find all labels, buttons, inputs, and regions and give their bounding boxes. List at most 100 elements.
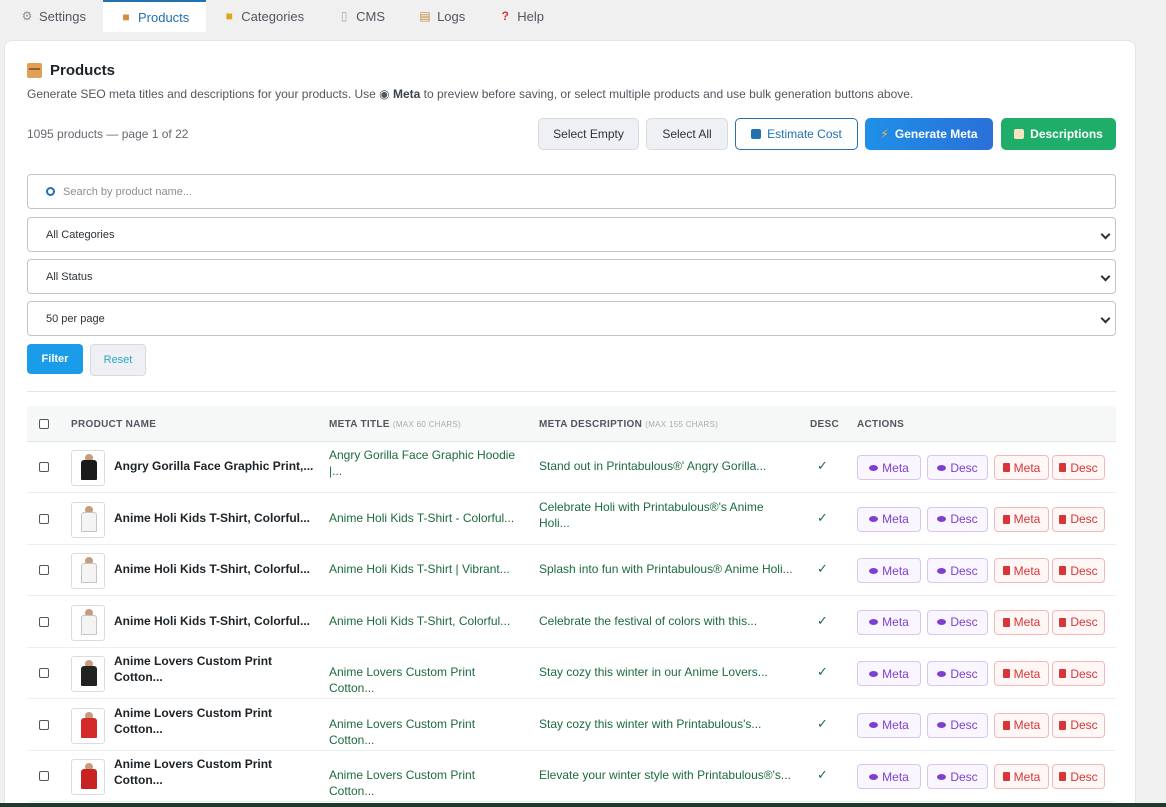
chevron-down-icon: [1100, 271, 1111, 282]
product-shirt: [81, 769, 97, 789]
action-label: Desc: [950, 769, 978, 784]
header-desc: DESC: [810, 419, 839, 430]
action-label: Desc: [950, 615, 978, 629]
delete-desc-button[interactable]: Desc: [1052, 712, 1105, 738]
preview-meta-button[interactable]: Meta: [857, 661, 921, 686]
tab-logs[interactable]: ▤ Logs: [402, 0, 482, 32]
action-label: Desc: [950, 460, 978, 475]
table-row: Anime Holi Kids T-Shirt, Colorful... Ani…: [27, 494, 1116, 545]
product-shirt: [81, 460, 97, 480]
search-input[interactable]: Search by product name...: [27, 174, 1116, 209]
tab-categories[interactable]: ■ Categories: [206, 0, 321, 32]
meta-description: Splash into fun with Printabulous® Anime…: [539, 561, 794, 577]
select-all-button[interactable]: Select All: [646, 118, 728, 150]
product-name-line: Anime Lovers Custom Print: [114, 654, 273, 668]
delete-desc-button[interactable]: Desc: [1052, 661, 1105, 686]
trash-icon: [1002, 617, 1010, 627]
row-checkbox[interactable]: [39, 513, 49, 524]
row-checkbox[interactable]: [39, 462, 49, 472]
preview-desc-button[interactable]: Desc: [927, 455, 988, 480]
preview-meta-button[interactable]: Meta: [857, 609, 921, 635]
meta-title: Anime Lovers Custom Print Cotton...: [329, 767, 519, 799]
meta-desc-line: Splash into fun with Printabulous® Anime…: [539, 562, 793, 576]
status-select[interactable]: All Status: [27, 259, 1116, 294]
delete-meta-button[interactable]: Meta: [994, 609, 1049, 635]
product-name: Anime Lovers Custom Print Cotton...: [114, 653, 314, 685]
product-thumbnail: [71, 656, 105, 692]
meta-description: Stay cozy this winter in our Anime Lover…: [539, 664, 794, 680]
action-label: Desc: [1070, 460, 1098, 475]
delete-desc-button[interactable]: Desc: [1052, 506, 1105, 532]
filter-button[interactable]: Filter: [27, 344, 83, 374]
preview-desc-button[interactable]: Desc: [927, 558, 988, 583]
meta-description: Stand out in Printabulous®' Angry Gorill…: [539, 458, 794, 474]
memo-icon: [1014, 129, 1025, 139]
product-name: Angry Gorilla Face Graphic Print,...: [114, 458, 314, 474]
estimate-cost-button[interactable]: Estimate Cost: [735, 118, 858, 150]
row-checkbox[interactable]: [39, 616, 49, 627]
per-page-select[interactable]: 50 per page: [27, 301, 1116, 336]
meta-title: Anime Holi Kids T-Shirt - Colorful...: [329, 510, 519, 526]
preview-desc-button[interactable]: Desc: [927, 661, 988, 686]
action-label: Meta: [882, 460, 909, 475]
product-name-line: Cotton...: [114, 721, 163, 736]
page-title-text: Products: [50, 62, 116, 79]
preview-meta-button[interactable]: Meta: [857, 455, 921, 480]
preview-meta-button[interactable]: Meta: [857, 712, 921, 738]
delete-desc-button[interactable]: Desc: [1052, 455, 1105, 480]
select-all-checkbox[interactable]: [39, 419, 49, 429]
tab-settings[interactable]: ⚙ Settings: [4, 0, 103, 32]
preview-meta-button[interactable]: Meta: [857, 558, 921, 583]
tab-label: Help: [517, 8, 545, 24]
product-name: Anime Lovers Custom Print Cotton...: [114, 705, 314, 737]
tab-help[interactable]: ? Help: [482, 0, 561, 32]
delete-desc-button[interactable]: Desc: [1052, 558, 1105, 583]
tab-cms[interactable]: ▯ CMS: [321, 0, 402, 32]
delete-desc-button[interactable]: Desc: [1052, 609, 1105, 635]
row-checkbox[interactable]: [39, 668, 49, 678]
select-empty-button[interactable]: Select Empty: [538, 118, 639, 150]
action-label: Meta: [882, 563, 909, 578]
preview-desc-button[interactable]: Desc: [927, 712, 988, 738]
delete-desc-button[interactable]: Desc: [1052, 764, 1105, 789]
product-name-line: Angry Gorilla Face Graphic Print,...: [114, 459, 314, 473]
meta-title: Anime Lovers Custom Print Cotton...: [329, 716, 519, 748]
meta-description: Elevate your winter style with Printabul…: [539, 767, 794, 783]
row-checkbox[interactable]: [39, 719, 49, 730]
meta-desc-line: Stay cozy this winter in our Anime Lover…: [539, 665, 768, 679]
category-select[interactable]: All Categories: [27, 217, 1116, 252]
trash-icon: [1002, 514, 1010, 524]
meta-desc-line: Elevate your winter style with Printabul…: [539, 768, 791, 782]
preview-desc-button[interactable]: Desc: [927, 506, 988, 532]
table-row: Anime Lovers Custom Print Cotton... Anim…: [27, 700, 1116, 751]
preview-meta-button[interactable]: Meta: [857, 506, 921, 532]
reset-button[interactable]: Reset: [90, 344, 146, 376]
clipboard-icon: ▤: [419, 9, 431, 23]
action-label: Desc: [950, 563, 978, 578]
tab-products[interactable]: ■ Products: [102, 0, 207, 32]
table-header: PRODUCT NAME META TITLE (MAX 60 CHARS) M…: [27, 406, 1116, 442]
action-label: Meta: [1013, 769, 1041, 784]
action-label: Meta: [1013, 666, 1041, 681]
preview-meta-button[interactable]: Meta: [857, 764, 921, 789]
preview-desc-button[interactable]: Desc: [927, 609, 988, 635]
preview-desc-button[interactable]: Desc: [927, 764, 988, 789]
product-shirt: [81, 563, 97, 583]
delete-meta-button[interactable]: Meta: [994, 455, 1049, 480]
delete-meta-button[interactable]: Meta: [994, 764, 1049, 789]
row-checkbox[interactable]: [39, 565, 49, 575]
meta-title-line: Anime Lovers Custom Print Cotton...: [329, 768, 476, 798]
generate-meta-button[interactable]: ⚡ Generate Meta: [865, 118, 993, 150]
trash-icon: [1059, 514, 1067, 524]
delete-meta-button[interactable]: Meta: [994, 558, 1049, 583]
descriptions-button[interactable]: Descriptions: [1001, 118, 1116, 150]
delete-meta-button[interactable]: Meta: [994, 506, 1049, 532]
gear-icon: ⚙: [21, 9, 33, 23]
delete-meta-button[interactable]: Meta: [994, 661, 1049, 686]
product-thumbnail: [71, 553, 105, 589]
delete-meta-button[interactable]: Meta: [994, 712, 1049, 738]
row-checkbox[interactable]: [39, 771, 49, 781]
desc-check-icon: ✓: [817, 458, 828, 473]
trash-icon: [1059, 669, 1067, 678]
eye-icon: [937, 773, 947, 780]
